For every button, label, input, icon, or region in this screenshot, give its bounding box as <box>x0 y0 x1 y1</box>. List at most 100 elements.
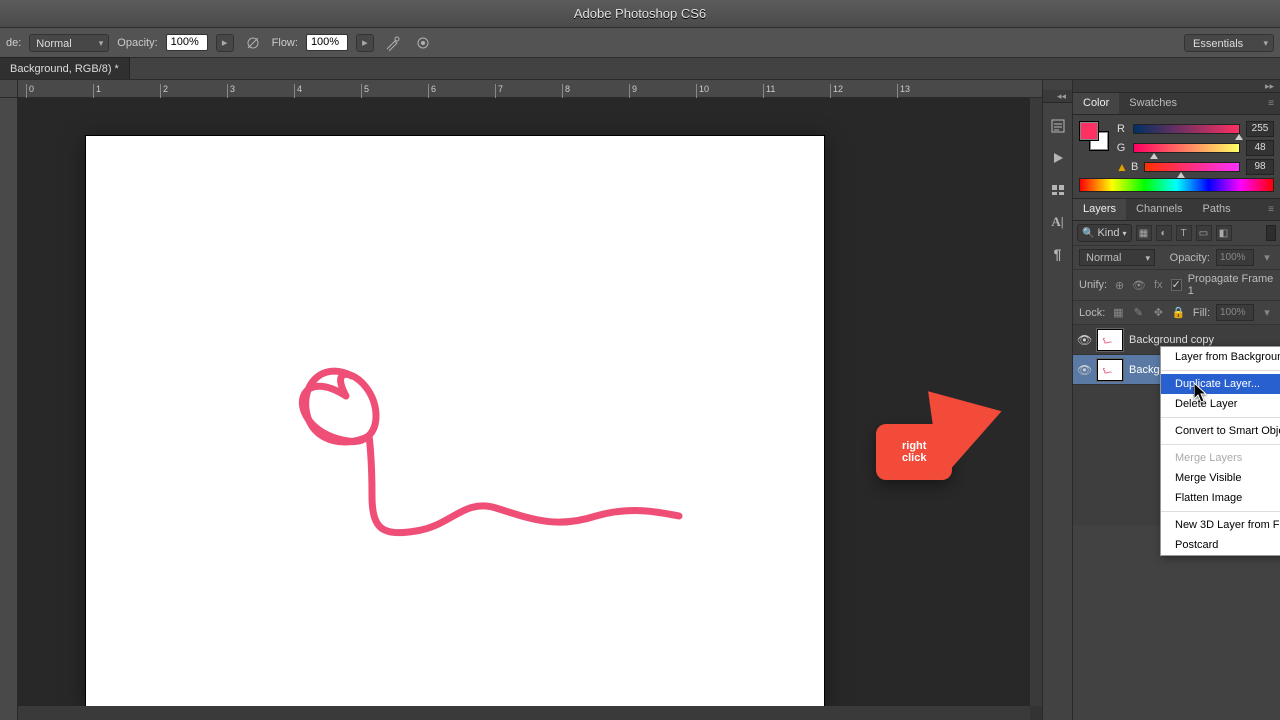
menu-item[interactable]: New 3D Layer from File... <box>1161 515 1280 535</box>
ruler-tick: 1 <box>93 84 101 98</box>
filter-type-icon[interactable]: T <box>1176 225 1192 241</box>
fill-label: Fill: <box>1193 307 1210 319</box>
menu-item[interactable]: Postcard <box>1161 535 1280 555</box>
lock-all-icon[interactable]: 🔒 <box>1171 306 1185 320</box>
dock-collapse-toggle[interactable]: ◂◂ <box>1043 90 1072 103</box>
collapsed-dock: ◂◂ A| ¶ <box>1042 80 1072 720</box>
visibility-eye-icon[interactable]: 👁 <box>1077 363 1091 377</box>
vertical-scrollbar[interactable] <box>1030 98 1042 706</box>
propagate-label: Propagate Frame 1 <box>1188 273 1274 297</box>
mode-label: de: <box>6 37 21 49</box>
opacity-stepper[interactable]: ▸ <box>216 34 234 52</box>
pressure-size-icon[interactable] <box>412 32 434 54</box>
b-value[interactable]: 98 <box>1246 159 1274 175</box>
layers-panel-menu[interactable]: ≡ <box>1262 199 1280 220</box>
ruler-tick: 9 <box>629 84 637 98</box>
menu-item[interactable]: Merge Visible <box>1161 468 1280 488</box>
b-label: B <box>1131 161 1138 173</box>
ruler-tick: 11 <box>763 84 775 98</box>
ruler-tick: 2 <box>160 84 168 98</box>
ruler-tick: 13 <box>897 84 910 98</box>
unify-label: Unify: <box>1079 279 1107 291</box>
document-tab-bar: Background, RGB/8) * <box>0 58 1280 80</box>
opacity-stepper-icon[interactable]: ▾ <box>1260 251 1274 265</box>
flow-field[interactable]: 100% <box>306 34 348 51</box>
propagate-checkbox[interactable] <box>1171 279 1182 291</box>
unify-visibility-icon[interactable]: 👁 <box>1132 278 1146 292</box>
color-swatch-pair[interactable] <box>1079 121 1109 151</box>
ruler-vertical[interactable] <box>0 98 18 720</box>
filter-shape-icon[interactable]: ▭ <box>1196 225 1212 241</box>
r-value[interactable]: 255 <box>1246 121 1274 137</box>
menu-item[interactable]: Delete Layer <box>1161 394 1280 414</box>
layer-filter-kind[interactable]: 🔍 Kind ▾ <box>1077 224 1132 242</box>
filter-pixel-icon[interactable]: ▦ <box>1136 225 1152 241</box>
lock-pixels-icon[interactable]: ✎ <box>1131 306 1145 320</box>
layer-thumbnail[interactable] <box>1097 329 1123 351</box>
actions-icon[interactable] <box>1049 149 1067 167</box>
horizontal-scrollbar[interactable] <box>18 706 1030 720</box>
menu-separator <box>1161 511 1280 512</box>
ruler-tick: 8 <box>562 84 570 98</box>
menu-separator <box>1161 417 1280 418</box>
menu-item[interactable]: Flatten Image <box>1161 488 1280 508</box>
ruler-tick: 3 <box>227 84 235 98</box>
mode-dropdown[interactable]: Normal <box>29 34 109 52</box>
r-slider[interactable] <box>1133 124 1240 134</box>
menu-item[interactable]: Layer from Background... <box>1161 347 1280 367</box>
menu-item: Merge Layers <box>1161 448 1280 468</box>
ruler-tick: 0 <box>26 84 34 98</box>
lock-position-icon[interactable]: ✥ <box>1151 306 1165 320</box>
document-tab[interactable]: Background, RGB/8) * <box>0 57 130 79</box>
canvas[interactable] <box>86 136 824 706</box>
airbrush-icon[interactable] <box>382 32 404 54</box>
ruler-tick: 12 <box>830 84 843 98</box>
tab-swatches[interactable]: Swatches <box>1119 93 1187 114</box>
flow-stepper[interactable]: ▸ <box>356 34 374 52</box>
tab-paths[interactable]: Paths <box>1193 199 1241 220</box>
app-title: Adobe Photoshop CS6 <box>574 0 706 28</box>
cursor-icon <box>1194 383 1208 403</box>
layer-opacity-field[interactable]: 100% <box>1216 249 1254 266</box>
menu-item[interactable]: Convert to Smart Object <box>1161 421 1280 441</box>
fill-stepper-icon[interactable]: ▾ <box>1260 306 1274 320</box>
blend-mode-dropdown[interactable]: Normal <box>1079 249 1155 266</box>
foreground-swatch[interactable] <box>1079 121 1099 141</box>
filter-smart-icon[interactable]: ◧ <box>1216 225 1232 241</box>
paragraph-icon[interactable]: ¶ <box>1049 245 1067 263</box>
history-icon[interactable] <box>1049 117 1067 135</box>
ruler-tick: 4 <box>294 84 302 98</box>
layer-thumbnail[interactable] <box>1097 359 1123 381</box>
unify-style-icon[interactable]: fx <box>1152 278 1165 292</box>
tab-layers[interactable]: Layers <box>1073 199 1126 220</box>
workspace-dropdown[interactable]: Essentials <box>1184 34 1274 52</box>
g-value[interactable]: 48 <box>1246 140 1274 156</box>
spectrum-ramp[interactable] <box>1079 178 1274 192</box>
fill-field[interactable]: 100% <box>1216 304 1254 321</box>
pressure-opacity-icon[interactable] <box>242 32 264 54</box>
layer-context-menu: Layer from Background... Duplicate Layer.… <box>1160 346 1280 556</box>
lock-label: Lock: <box>1079 307 1105 319</box>
filter-toggle[interactable] <box>1266 225 1276 241</box>
filter-adjust-icon[interactable]: ◐ <box>1156 225 1172 241</box>
panels-collapse-toggle[interactable]: ▸▸ <box>1073 80 1280 93</box>
visibility-eye-icon[interactable]: 👁 <box>1077 333 1091 347</box>
ruler-tick: 5 <box>361 84 369 98</box>
layer-opacity-label: Opacity: <box>1170 252 1210 264</box>
menu-item[interactable]: Duplicate Layer... <box>1161 374 1280 394</box>
color-panel-menu[interactable]: ≡ <box>1262 93 1280 114</box>
lock-transparency-icon[interactable]: ▦ <box>1111 306 1125 320</box>
ruler-origin[interactable] <box>0 80 18 98</box>
gamut-warning-icon[interactable]: ▲ <box>1115 160 1129 174</box>
ruler-horizontal[interactable]: 012345678910111213 <box>18 80 1042 98</box>
properties-icon[interactable] <box>1049 181 1067 199</box>
tab-channels[interactable]: Channels <box>1126 199 1192 220</box>
b-slider[interactable] <box>1144 162 1240 172</box>
ruler-tick: 6 <box>428 84 436 98</box>
tab-color[interactable]: Color <box>1073 93 1119 114</box>
character-icon[interactable]: A| <box>1049 213 1067 231</box>
title-bar: Adobe Photoshop CS6 <box>0 0 1280 28</box>
g-slider[interactable] <box>1133 143 1240 153</box>
opacity-field[interactable]: 100% <box>166 34 208 51</box>
unify-position-icon[interactable]: ⊕ <box>1113 278 1126 292</box>
